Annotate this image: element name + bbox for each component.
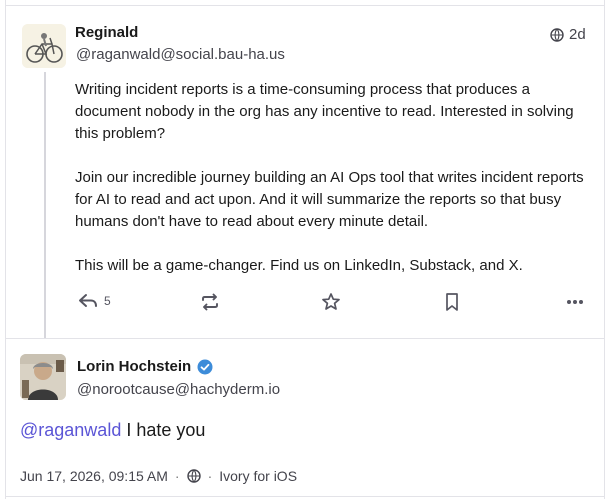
post-paragraph: Join our incredible journey building an … [75,169,584,230]
reply-avatar[interactable] [20,354,66,400]
mention-link[interactable]: @raganwald [20,420,121,440]
reply-meta: Jun 17, 2026, 09:15 AM · · Ivory for iOS [20,468,297,484]
card-border-right [604,0,605,499]
post-divider [5,338,605,339]
more-icon [567,300,583,304]
reply-count: 5 [104,294,111,308]
reply-body: I hate you [121,420,206,440]
card-border-left [5,0,6,499]
meta-separator: · [207,468,213,484]
person-avatar-icon [20,354,66,400]
post-paragraph: Writing incident reports is a time-consu… [75,81,574,142]
reply-author[interactable]: Lorin Hochstein [77,358,213,375]
post-content: Writing incident reports is a time-consu… [75,79,595,299]
post-age[interactable]: 2d [550,26,586,43]
bookmark-icon [446,293,458,311]
avatar[interactable] [22,24,66,68]
boost-icon [202,293,218,311]
verified-badge-icon [197,359,213,374]
boost-button[interactable] [200,292,220,312]
author-name[interactable]: Reginald [75,24,138,41]
more-button[interactable] [565,292,585,312]
post-action-bar: 5 [0,292,610,318]
reply-button[interactable]: 5 [78,292,111,310]
globe-icon [550,27,564,42]
post-paragraph: This will be a game-changer. Find us on … [75,257,523,274]
globe-icon [186,469,201,483]
reply-client[interactable]: Ivory for iOS [219,468,297,484]
reply-content: @raganwald I hate you [20,420,205,441]
card-border-bottom [5,496,605,497]
reply-icon [79,294,97,307]
author-handle[interactable]: @raganwald@social.bau-ha.us [76,46,285,63]
reply-author-handle[interactable]: @norootcause@hachyderm.io [77,381,280,398]
bicycle-avatar-icon [22,24,66,68]
meta-separator: · [174,468,180,484]
reply-timestamp[interactable]: Jun 17, 2026, 09:15 AM [20,468,168,484]
post-age-label: 2d [569,26,586,43]
reply-author-name: Lorin Hochstein [77,358,192,375]
card-border-top [5,5,605,6]
favorite-button[interactable] [321,292,341,312]
favorite-icon [322,293,340,310]
bookmark-button[interactable] [444,292,460,312]
